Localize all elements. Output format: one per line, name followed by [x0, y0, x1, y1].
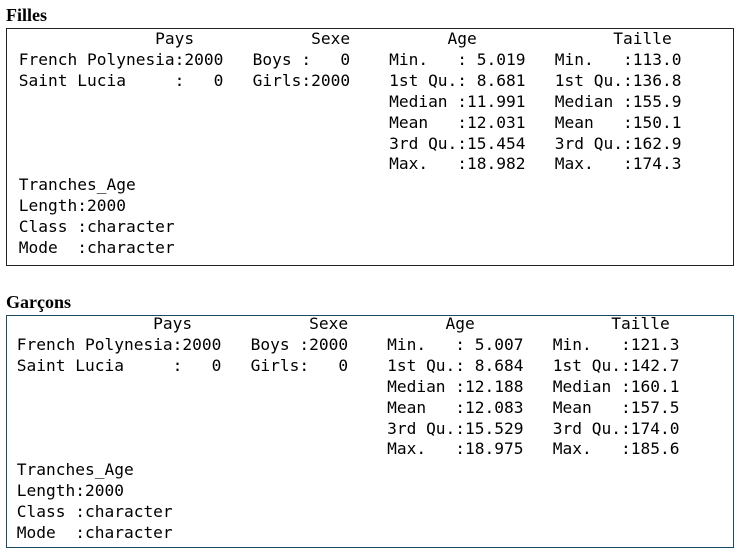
filles-output-line: Mean :12.031 Mean :150.1	[9, 112, 701, 132]
summary-output-filles: Pays Sexe Age Taille French Polynesia:20…	[6, 28, 734, 266]
filles-output-line: Class :character	[9, 217, 195, 237]
filles-output-line: Pays Sexe Age Taille	[9, 29, 731, 48]
filles-output-line: Max. :18.982 Max. :174.3	[9, 154, 701, 174]
summary-output-garcons: Pays Sexe Age Taille French Polynesia:20…	[6, 314, 734, 548]
summary-text-filles: Pays Sexe Age Taille French Polynesia:20…	[9, 29, 730, 259]
garcons-output-line: Class :character	[7, 502, 193, 522]
garcons-output-line: Mode :character	[7, 523, 193, 543]
section-title-filles: Filles	[6, 5, 47, 25]
garcons-output-line: 3rd Qu.:15.529 3rd Qu.:174.0	[7, 418, 699, 438]
garcons-output-line: Length:2000	[7, 481, 193, 501]
garcons-output-line: Saint Lucia : 0 Girls: 0 1st Qu.: 8.684 …	[7, 355, 699, 375]
garcons-output-line: Median :12.188 Median :160.1	[7, 376, 699, 396]
filles-output-line: Tranches_Age	[9, 175, 195, 195]
summary-text-garcons: Pays Sexe Age Taille French Polynesia:20…	[7, 314, 728, 544]
filles-output-line: Length:2000	[9, 196, 195, 216]
section-title-garcons: Garçons	[6, 292, 71, 312]
filles-output-line: Median :11.991 Median :155.9	[9, 91, 701, 111]
garcons-output-line: Pays Sexe Age Taille	[7, 314, 729, 333]
filles-output-line: Saint Lucia : 0 Girls:2000 1st Qu.: 8.68…	[9, 70, 701, 90]
garcons-output-line: Mean :12.083 Mean :157.5	[7, 397, 699, 417]
filles-output-line: French Polynesia:2000 Boys : 0 Min. : 5.…	[9, 49, 701, 69]
filles-output-line: 3rd Qu.:15.454 3rd Qu.:162.9	[9, 133, 701, 153]
garcons-output-line: French Polynesia:2000 Boys :2000 Min. : …	[7, 334, 699, 354]
garcons-output-line: Tranches_Age	[7, 460, 193, 480]
filles-output-line: Mode :character	[9, 238, 195, 258]
garcons-output-line: Max. :18.975 Max. :185.6	[7, 439, 699, 459]
